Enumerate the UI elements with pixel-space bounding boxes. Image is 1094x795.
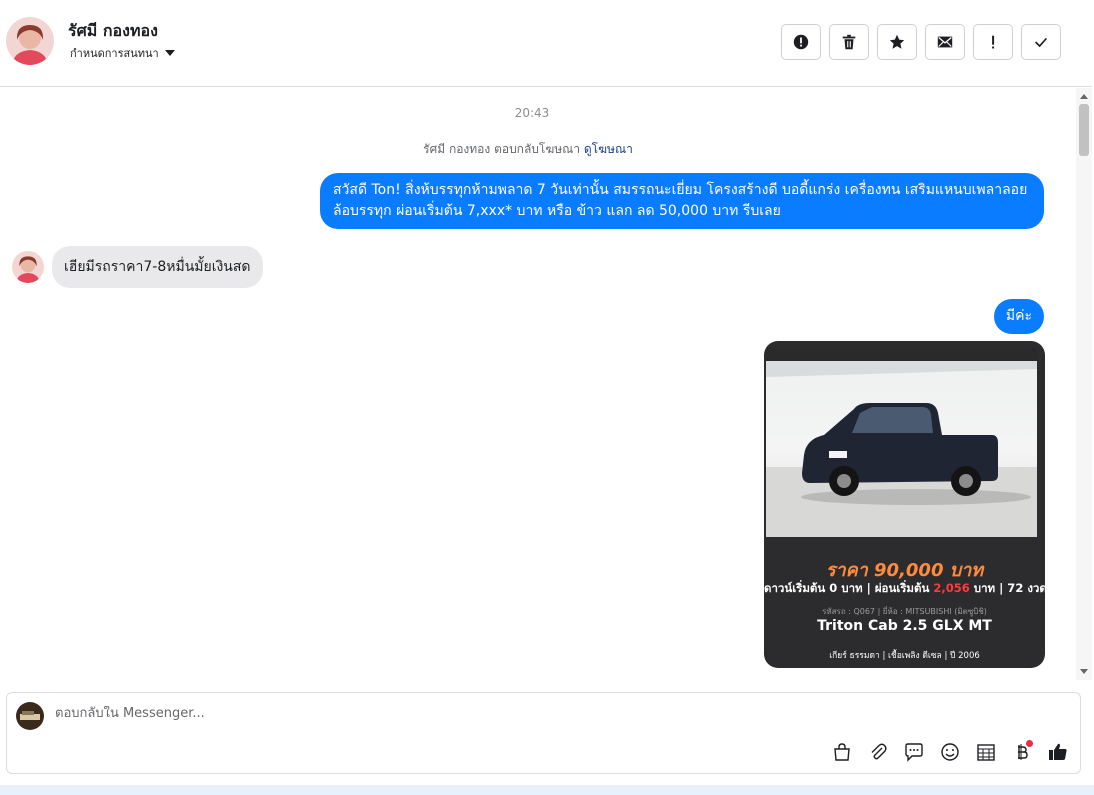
exclamation-icon <box>992 35 995 49</box>
scroll-thumb[interactable] <box>1079 104 1089 156</box>
caret-down-icon <box>164 50 175 56</box>
like-button[interactable] <box>1046 740 1070 764</box>
ad-finance-terms: ดาวน์เริ่มต้น 0 บาท | ผ่อนเริ่มต้น 2,056… <box>764 580 1045 598</box>
footer-strip <box>0 785 1094 795</box>
message-input[interactable] <box>55 706 795 721</box>
page-avatar <box>16 702 44 730</box>
thread-scrollbar[interactable] <box>1076 88 1092 680</box>
mark-unread-button[interactable] <box>925 24 965 60</box>
messenger-conversation: รัศมี กองทอง กำหนดการสนทนา 20:43 รัศมี ก… <box>0 0 1094 795</box>
shopping-bag-button[interactable] <box>830 740 854 764</box>
ad-meta: รหัสรถ : Q067 | ยี่ห้อ : MITSUBISHI (มิต… <box>822 607 987 616</box>
appointment-button[interactable] <box>974 740 998 764</box>
pickup-truck-photo <box>766 347 1037 537</box>
follow-up-button[interactable] <box>973 24 1013 60</box>
message-composer <box>6 692 1081 774</box>
alert-circle-icon <box>793 34 809 50</box>
star-button[interactable] <box>877 24 917 60</box>
ad-model: Triton Cab 2.5 GLX MT <box>817 618 992 634</box>
sender-avatar[interactable] <box>12 251 44 283</box>
trash-icon <box>842 34 856 50</box>
saved-replies-button[interactable] <box>902 740 926 764</box>
outgoing-message[interactable]: สวัสดี Ton! สิ่งห้บรรทุกห้ามพลาด 7 วันเท… <box>320 173 1044 229</box>
assign-conversation-dropdown[interactable]: กำหนดการสนทนา <box>70 44 175 62</box>
emoji-button[interactable] <box>938 740 962 764</box>
thumbs-up-icon <box>1049 743 1067 760</box>
envelope-icon <box>937 36 953 48</box>
chat-bubble-icon <box>905 743 923 762</box>
ad-reply-text: รัศมี กองทอง ตอบกลับโฆษณา <box>423 142 581 156</box>
attach-button[interactable] <box>866 740 890 764</box>
payment-button[interactable] <box>1010 740 1034 764</box>
check-icon <box>1035 37 1048 48</box>
header-actions <box>781 24 1061 60</box>
ad-reply-note: รัศมี กองทอง ตอบกลับโฆษณา ดูโฆษณา <box>0 140 1056 159</box>
star-icon <box>889 34 905 49</box>
message-thread[interactable]: 20:43 รัศมี กองทอง ตอบกลับโฆษณา ดูโฆษณา … <box>0 88 1092 680</box>
ad-terms-prefix: ดาวน์เริ่มต้น 0 บาท | ผ่อนเริ่มต้น <box>764 581 930 595</box>
contact-name[interactable]: รัศมี กองทอง <box>68 19 158 44</box>
report-button[interactable] <box>781 24 821 60</box>
conversation-header: รัศมี กองทอง กำหนดการสนทนา <box>0 0 1092 87</box>
calendar-table-icon <box>977 744 995 761</box>
incoming-message[interactable]: เฮียมีรถราคา7-8หมื่นมั้ยเงินสด <box>52 246 263 288</box>
paperclip-icon <box>871 743 887 760</box>
notification-dot <box>1026 740 1033 747</box>
assign-label: กำหนดการสนทนา <box>70 47 159 60</box>
smiley-icon <box>941 743 959 761</box>
ad-specs: เกียร์ ธรรมดา | เชื้อเพลิง ดีเซล | ปี 20… <box>829 651 980 661</box>
mark-done-button[interactable] <box>1021 24 1061 60</box>
message-timestamp: 20:43 <box>514 106 550 120</box>
ad-terms-suffix: บาท | 72 งวด <box>973 581 1045 595</box>
car-ad-image[interactable]: ราคา 90,000 บาท ดาวน์เริ่มต้น 0 บาท | ผ่… <box>764 341 1045 668</box>
outgoing-message[interactable]: มีค่ะ <box>993 299 1044 334</box>
scroll-down-arrow-icon[interactable] <box>1080 669 1088 674</box>
contact-avatar[interactable] <box>6 17 54 65</box>
composer-tools <box>830 740 1070 764</box>
view-ad-link[interactable]: ดูโฆษณา <box>584 142 633 156</box>
delete-button[interactable] <box>829 24 869 60</box>
scroll-up-arrow-icon[interactable] <box>1080 94 1088 99</box>
incoming-message-row: เฮียมีรถราคา7-8หมื่นมั้ยเงินสด <box>12 246 263 288</box>
shopping-bag-icon <box>834 743 850 761</box>
ad-terms-amount: 2,056 <box>933 581 970 595</box>
